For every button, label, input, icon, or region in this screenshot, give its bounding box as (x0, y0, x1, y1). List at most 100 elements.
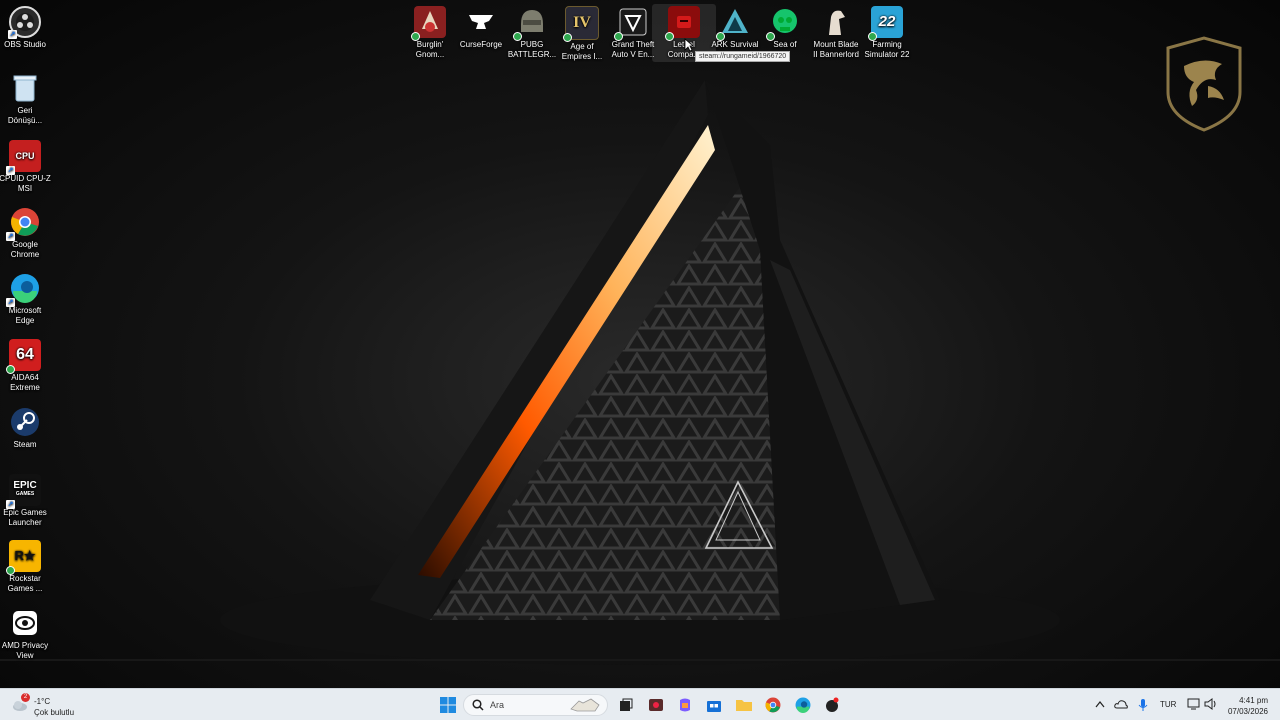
task-view-button[interactable] (614, 693, 638, 717)
desktop-icon-epic-games[interactable]: EPIC GAMES ↗ Epic Games Launcher (0, 474, 57, 528)
desktop-icon-cpuz[interactable]: CPU ↗ CPUID CPU-Z MSI (0, 140, 57, 194)
pubg-icon (513, 6, 548, 41)
aida64-icon: 64 (6, 339, 41, 374)
clock-time: 4:41 pm (1239, 696, 1268, 705)
recycle-bin-icon (9, 72, 41, 104)
search-highlight-icon (570, 698, 600, 712)
desktop-wallpaper (0, 0, 1280, 688)
epic-games-icon: EPIC GAMES ↗ (6, 474, 41, 509)
volume-icon[interactable] (1204, 698, 1218, 710)
edge-icon: ↗ (6, 272, 41, 307)
shortcut-arrow-icon: ↗ (8, 30, 17, 39)
rockstar-glyph: R★ (14, 548, 36, 563)
taskbar-app-button[interactable] (644, 693, 668, 717)
obs-icon: ↗ (8, 6, 41, 39)
store-icon (707, 701, 721, 712)
ark-icon (716, 6, 751, 41)
desktop-icon-chrome[interactable]: ↗ Google Chrome (0, 206, 57, 260)
file-explorer-button[interactable] (732, 693, 756, 717)
system-clock[interactable]: 4:41 pm 07/03/2026 (1228, 695, 1268, 717)
mouse-cursor-icon (684, 38, 694, 52)
check-icon (868, 32, 877, 41)
chevron-up-icon[interactable] (1095, 700, 1105, 708)
chrome-icon (765, 697, 781, 713)
desktop-icon-label: OBS Studio (4, 40, 46, 49)
rockstar-icon: R★ (6, 540, 41, 575)
desktop-icon-label: Google Chrome (10, 240, 40, 259)
desktop-icon-label: Steam (13, 440, 37, 449)
copilot-icon (680, 698, 690, 712)
media-icon (826, 697, 839, 712)
shortcut-arrow-icon: ↗ (6, 232, 15, 241)
taskbar: 2 -1°C Çok bulutlu Ara TUR 4:41 pm 07/03… (0, 688, 1280, 720)
desktop-icon-label: Epic Games Launcher (3, 508, 47, 527)
shortcut-arrow-icon: ↗ (6, 500, 15, 509)
desktop-icon-farming-simulator[interactable]: 22 Farming Simulator 22 (855, 6, 919, 60)
edge-icon (795, 697, 811, 713)
check-icon (766, 32, 775, 41)
burglin-gnomes-icon (411, 6, 446, 41)
copilot-button[interactable] (673, 693, 697, 717)
shortcut-arrow-icon: ↗ (6, 166, 15, 175)
file-explorer-icon (736, 700, 752, 711)
app-icon (649, 699, 663, 711)
shortcut-arrow-icon: ↗ (6, 298, 15, 307)
taskbar-search-box[interactable]: Ara (463, 694, 608, 716)
curseforge-icon (465, 6, 497, 38)
clock-date: 07/03/2026 (1227, 707, 1268, 716)
desktop-icon-label: AIDA64 Extreme (10, 373, 40, 392)
tooltip: steam://rungameid/1966720 (695, 51, 791, 62)
edge-taskbar-button[interactable] (791, 693, 815, 717)
desktop-icon-label: CPUID CPU-Z MSI (0, 174, 51, 193)
bannerlord-icon (820, 6, 852, 38)
desktop-icon-label: Farming Simulator 22 (864, 40, 910, 59)
desktop-icon-aida64[interactable]: 64 AIDA64 Extreme (0, 339, 57, 393)
check-icon (614, 32, 623, 41)
wallpaper-art (0, 80, 1280, 665)
onedrive-icon[interactable] (1114, 699, 1128, 709)
desktop-icon-rockstar[interactable]: R★ Rockstar Games ... (0, 540, 57, 594)
desktop-icon-label: AMD Privacy View (1, 641, 49, 660)
desktop-icon-amd-privacy[interactable]: AMD Privacy View (0, 607, 57, 661)
language-indicator[interactable]: TUR (1160, 700, 1176, 709)
microsoft-store-button[interactable] (702, 693, 726, 717)
msi-dragon-logo-icon (1166, 36, 1242, 132)
desktop-icon-label: Rockstar Games ... (7, 574, 43, 593)
weather-widget[interactable]: 2 -1°C Çok bulutlu (10, 693, 100, 717)
cpuz-glyph: CPU (15, 151, 35, 161)
desktop-icon-obs-studio[interactable]: ↗ OBS Studio (0, 6, 57, 50)
search-placeholder: Ara (490, 700, 505, 710)
check-icon (563, 33, 572, 42)
age-of-empires-icon: IV (563, 6, 599, 42)
check-icon (6, 365, 15, 374)
task-view-icon (620, 698, 633, 711)
check-icon (665, 32, 674, 41)
network-icon[interactable] (1187, 698, 1201, 710)
chrome-taskbar-button[interactable] (761, 693, 785, 717)
sea-of-thieves-icon (766, 6, 801, 41)
windows-start-icon (440, 697, 456, 713)
amd-privacy-icon (9, 607, 41, 639)
check-icon (6, 566, 15, 575)
chrome-icon: ↗ (6, 206, 41, 241)
cpuz-icon: CPU ↗ (6, 140, 41, 175)
notification-badge: 2 (21, 693, 30, 702)
desktop-icon-edge[interactable]: ↗ Microsoft Edge (0, 272, 57, 326)
epic-glyph-line2: GAMES (15, 491, 35, 497)
microphone-icon[interactable] (1138, 698, 1148, 712)
check-icon (411, 32, 420, 41)
farming-glyph: 22 (878, 13, 896, 30)
media-taskbar-button[interactable] (820, 693, 844, 717)
steam-icon (9, 406, 41, 438)
gta-v-icon (614, 6, 649, 41)
aida-glyph: 64 (16, 346, 34, 363)
weather-condition: Çok bulutlu (34, 708, 75, 717)
start-button[interactable] (436, 693, 460, 717)
desktop-icon-label: Geri Dönüşü... (7, 106, 43, 125)
farming-sim-icon: 22 (868, 6, 903, 41)
desktop-icon-steam[interactable]: Steam (0, 406, 57, 450)
search-icon (472, 699, 484, 711)
desktop-icon-recycle-bin[interactable]: Geri Dönüşü... (0, 72, 57, 126)
weather-temperature: -1°C (34, 697, 51, 706)
aoe-glyph: IV (573, 14, 591, 31)
